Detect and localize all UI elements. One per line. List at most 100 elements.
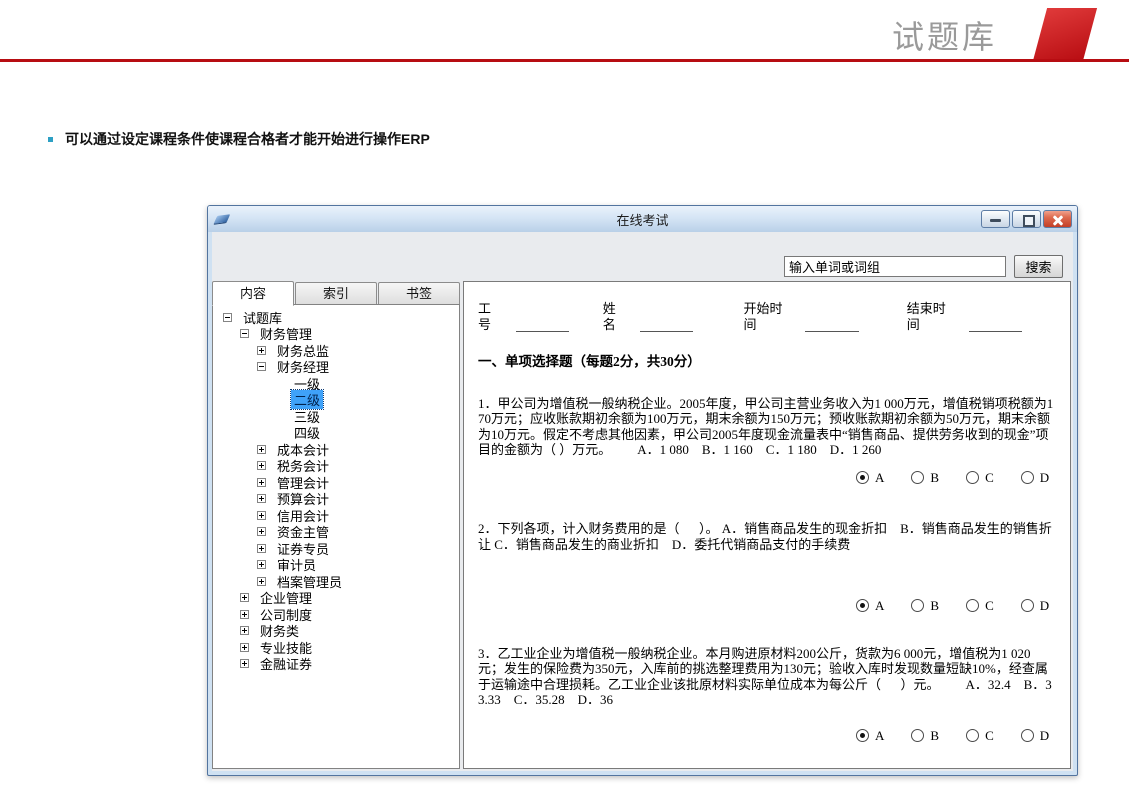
window-titlebar[interactable]: 在线考试 (208, 206, 1077, 232)
online-exam-window: 在线考试 搜索 内容 索引 书签 试题库 财务管理 财务总监 财务 (207, 205, 1078, 776)
window-title: 在线考试 (208, 210, 1077, 229)
expand-toggle-icon[interactable] (240, 626, 249, 635)
radio-button-icon[interactable] (856, 471, 869, 484)
tree-item: 二级 (213, 392, 459, 409)
exam-field-blank[interactable] (969, 318, 1022, 332)
radio-option[interactable]: C (966, 728, 994, 744)
tree-item: 四级 (213, 425, 459, 442)
exam-content-panel: 工号 姓名 开始时间 结束时间 一、单项选择题（每题2分，共30分） 1．甲公司… (463, 281, 1071, 769)
tree-item: 管理会计 (213, 474, 459, 491)
expand-toggle-icon[interactable] (240, 659, 249, 668)
tree-item-label[interactable]: 金融证券 (257, 654, 315, 673)
radio-option[interactable]: C (966, 598, 994, 614)
answer-options-row: A B C D (856, 728, 1056, 744)
expand-toggle-icon[interactable] (257, 346, 266, 355)
search-input[interactable] (784, 256, 1006, 277)
radio-button-icon[interactable] (966, 729, 979, 742)
question-list: 1．甲公司为增值税一般纳税企业。2005年度，甲公司主营业务收入为1 000万元… (478, 396, 1056, 770)
expand-toggle-icon[interactable] (240, 643, 249, 652)
minimize-button[interactable] (981, 210, 1010, 228)
radio-button-icon[interactable] (911, 471, 924, 484)
header-divider (0, 59, 1129, 62)
radio-option-label: D (1040, 470, 1049, 486)
tree-item: 财务类 (213, 623, 459, 640)
radio-option[interactable]: A (856, 470, 884, 486)
expand-toggle-icon[interactable] (257, 511, 266, 520)
bullet-icon (48, 137, 53, 142)
tree-item: 试题库 (213, 309, 459, 326)
intro-line: 可以通过设定课程条件使课程合格者才能开始进行操作ERP (48, 129, 430, 149)
radio-option[interactable]: B (911, 598, 939, 614)
radio-option[interactable]: A (856, 598, 884, 614)
tab-index[interactable]: 索引 (295, 282, 377, 305)
exam-field-blank[interactable] (516, 318, 569, 332)
question: 3．乙工业企业为增值税一般纳税企业。本月购进原材料200公斤，货款为6 000元… (478, 646, 1056, 744)
exam-field: 结束时间 (907, 301, 1056, 332)
tab-bar: 内容 索引 书签 (212, 281, 461, 305)
exam-field: 开始时间 (743, 301, 892, 332)
radio-option[interactable]: D (1021, 470, 1049, 486)
search-button[interactable]: 搜索 (1014, 255, 1063, 278)
question: 1．甲公司为增值税一般纳税企业。2005年度，甲公司主营业务收入为1 000万元… (478, 396, 1056, 486)
exam-field-blank[interactable] (805, 318, 858, 332)
tree: 试题库 财务管理 财务总监 财务经理 一级 二级 三级 四级 成本会计 税务会计… (213, 305, 459, 672)
radio-button-icon[interactable] (856, 729, 869, 742)
tab-contents[interactable]: 内容 (212, 281, 294, 306)
tree-item: 企业管理 (213, 590, 459, 607)
radio-option[interactable]: A (856, 728, 884, 744)
answer-options-row: A B C D (856, 598, 1056, 614)
expand-toggle-icon[interactable] (257, 362, 266, 371)
intro-text: 可以通过设定课程条件使课程合格者才能开始进行操作ERP (65, 129, 430, 149)
radio-button-icon[interactable] (966, 599, 979, 612)
tree-item: 档案管理员 (213, 573, 459, 590)
window-body: 搜索 内容 索引 书签 试题库 财务管理 财务总监 财务经理 一级 二级 三级 … (212, 232, 1073, 771)
radio-button-icon[interactable] (1021, 729, 1034, 742)
expand-toggle-icon[interactable] (257, 478, 266, 487)
expand-toggle-icon[interactable] (257, 560, 266, 569)
page-title: 试题库 (892, 12, 997, 58)
radio-button-icon[interactable] (911, 599, 924, 612)
radio-button-icon[interactable] (966, 471, 979, 484)
radio-option[interactable]: D (1021, 728, 1049, 744)
radio-option[interactable]: D (1021, 598, 1049, 614)
radio-option-label: A (875, 728, 884, 744)
tree-panel: 试题库 财务管理 财务总监 财务经理 一级 二级 三级 四级 成本会计 税务会计… (212, 304, 460, 769)
expand-toggle-icon[interactable] (240, 593, 249, 602)
radio-button-icon[interactable] (1021, 599, 1034, 612)
radio-button-icon[interactable] (911, 729, 924, 742)
radio-option-label: D (1040, 728, 1049, 744)
tree-item: 成本会计 (213, 441, 459, 458)
expand-toggle-icon[interactable] (240, 329, 249, 338)
expand-toggle-icon[interactable] (257, 544, 266, 553)
expand-toggle-icon[interactable] (257, 577, 266, 586)
expand-toggle-icon[interactable] (223, 313, 232, 322)
close-button[interactable] (1043, 210, 1072, 228)
expand-toggle-icon[interactable] (257, 527, 266, 536)
radio-option-label: B (930, 470, 939, 486)
radio-option-label: B (930, 728, 939, 744)
expand-toggle-icon[interactable] (257, 445, 266, 454)
radio-option[interactable]: B (911, 728, 939, 744)
expand-toggle-icon[interactable] (240, 610, 249, 619)
tab-bookmarks[interactable]: 书签 (378, 282, 460, 305)
tree-item: 资金主管 (213, 524, 459, 541)
tree-item: 公司制度 (213, 606, 459, 623)
radio-option-label: C (985, 598, 994, 614)
radio-option-label: D (1040, 598, 1049, 614)
expand-toggle-icon[interactable] (257, 461, 266, 470)
radio-button-icon[interactable] (856, 599, 869, 612)
exam-header-row: 工号 姓名 开始时间 结束时间 (478, 301, 1056, 332)
tree-item: 税务会计 (213, 458, 459, 475)
tree-item: 财务总监 (213, 342, 459, 359)
radio-option-label: B (930, 598, 939, 614)
radio-option[interactable]: C (966, 470, 994, 486)
tree-item: 一级 (213, 375, 459, 392)
exam-field: 姓名 (603, 301, 728, 332)
maximize-button[interactable] (1012, 210, 1041, 228)
radio-option[interactable]: B (911, 470, 939, 486)
exam-field-blank[interactable] (640, 318, 693, 332)
tree-item: 财务管理 (213, 326, 459, 343)
expand-toggle-icon[interactable] (257, 494, 266, 503)
exam-field: 工号 (478, 301, 603, 332)
radio-button-icon[interactable] (1021, 471, 1034, 484)
